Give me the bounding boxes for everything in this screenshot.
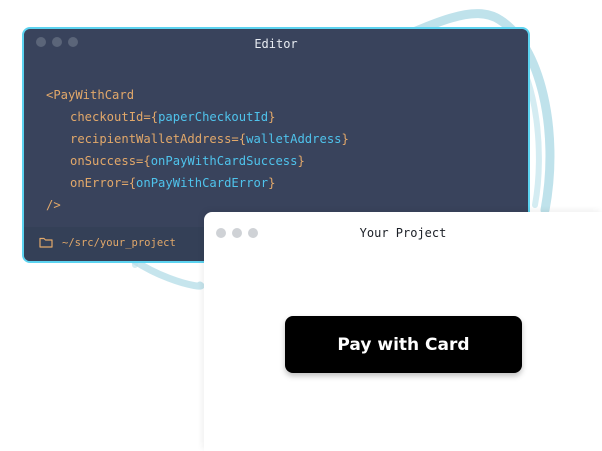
project-path: ~/src/your_project bbox=[62, 237, 176, 249]
code-value: onPayWithCardSuccess bbox=[150, 154, 298, 168]
editor-title: Editor bbox=[254, 37, 298, 51]
project-title: Your Project bbox=[359, 226, 447, 240]
code-prop-line: onSuccess={onPayWithCardSuccess} bbox=[70, 154, 305, 168]
code-prop-line: recipientWalletAddress={walletAddress} bbox=[70, 132, 349, 146]
code-value: paperCheckoutId bbox=[158, 110, 269, 124]
folder-icon bbox=[39, 237, 53, 248]
code-attr: checkoutId= bbox=[70, 110, 151, 124]
code-attr: onSuccess= bbox=[70, 154, 144, 168]
code-prop-line: onError={onPayWithCardError} bbox=[70, 176, 276, 190]
code-value: onPayWithCardError bbox=[136, 176, 269, 190]
code-prop-line: checkoutId={paperCheckoutId} bbox=[70, 110, 276, 124]
code-attr: onError= bbox=[70, 176, 129, 190]
pay-with-card-button[interactable]: Pay with Card bbox=[285, 316, 522, 373]
code-block: <PayWithCard checkoutId={paperCheckoutId… bbox=[46, 84, 349, 216]
code-attr: recipientWalletAddress= bbox=[70, 132, 239, 146]
code-value: walletAddress bbox=[246, 132, 342, 146]
project-window: Your Project Pay with Card bbox=[204, 212, 602, 451]
code-open-tag: <PayWithCard bbox=[46, 88, 135, 102]
